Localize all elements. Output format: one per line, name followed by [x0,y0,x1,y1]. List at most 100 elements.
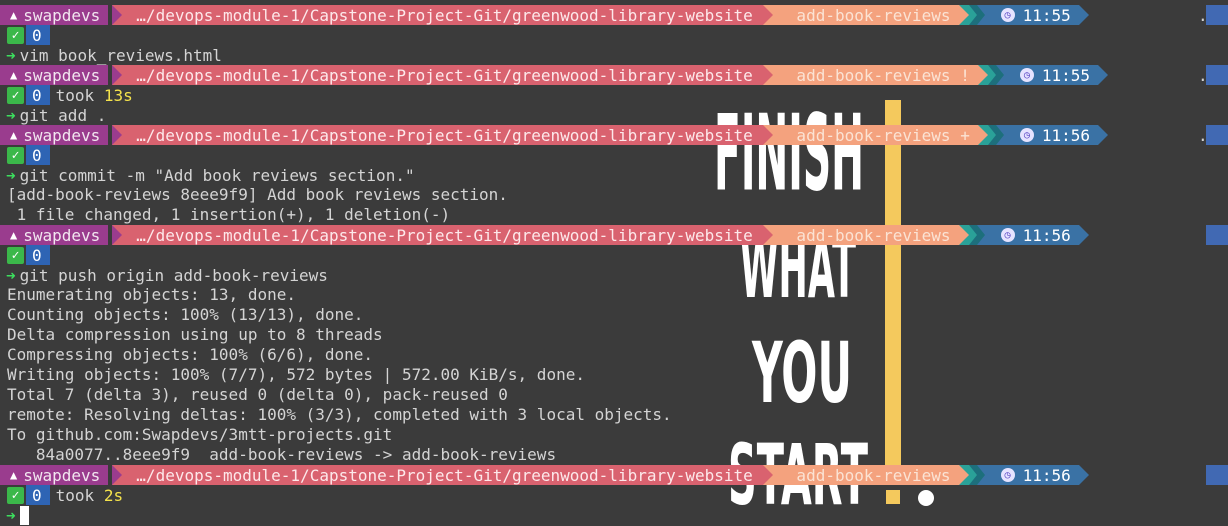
segment-separator-icon [112,5,123,25]
path-segment: …/devops-module-1/Capstone-Project-Git/g… [122,225,763,245]
status-line: ✓ 0 [0,25,1228,45]
user-segment: ▲ swapdevs [0,225,109,245]
clock-icon: ◷ [1019,68,1034,82]
git-branch-segment: add-book-reviews [772,225,959,245]
status-line: ✓ 0 [0,145,1228,165]
terminal-output: ▲ swapdevs …/devops-module-1/Capstone-Pro… [0,5,1228,525]
segment-separator-icon [958,5,969,25]
status-line: ✓ 0 [0,245,1228,265]
git-branch-segment: add-book-reviews [772,465,959,485]
git-branch-segment: add-book-reviews + [772,125,978,145]
prompt-bar: ▲ swapdevs …/devops-module-1/Capstone-Pro… [0,65,1228,85]
time-segment: ◷ 11:55 [1003,65,1098,85]
clock-icon: ◷ [1000,228,1015,242]
user-segment: ▲ swapdevs [0,5,109,25]
clock-icon: ◷ [1019,128,1034,142]
segment-separator-icon [976,465,985,485]
check-icon: ✓ [7,86,24,104]
duration-label: took [55,85,104,105]
duration-label: took [55,485,104,505]
segment-separator-icon [968,5,977,25]
status-line: ✓ 0 took 13s [0,85,1228,105]
prompt-bar: ▲ swapdevs …/devops-module-1/Capstone-Pro… [0,225,1228,245]
arrow-icon: ➜ [6,45,16,65]
check-icon: ✓ [7,486,24,504]
prompt-end-block [1206,65,1228,85]
clock-icon: ◷ [1000,468,1015,482]
segment-separator-icon [968,225,977,245]
check-icon: ✓ [7,146,24,164]
segment-separator-icon [968,465,977,485]
exit-code: 0 [26,25,50,45]
time-segment: ◷ 11:56 [1003,125,1098,145]
segment-separator-icon [977,125,988,145]
segment-separator-icon [987,65,996,85]
git-branch-segment: add-book-reviews ! [772,65,978,85]
prompt-bar: ▲ swapdevs …/devops-module-1/Capstone-Pro… [0,125,1228,145]
segment-separator-icon [995,65,1004,85]
git-branch-segment: add-book-reviews [772,5,959,25]
linux-icon: ▲ [10,8,18,22]
prompt-end-block [1206,465,1228,485]
segment-separator-icon [976,225,985,245]
exit-code: 0 [26,245,50,265]
user-name: swapdevs [23,65,101,85]
prompt-bar: ▲ swapdevs …/devops-module-1/Capstone-Pro… [0,465,1228,485]
output-line: 84a0077..8eee9f9 add-book-reviews -> add… [7,445,557,464]
linux-icon: ▲ [10,468,18,482]
user-name: swapdevs [23,225,101,245]
output-line: 1 file changed, 1 insertion(+), 1 deleti… [7,205,451,224]
command-text: vim book_reviews.html [19,45,222,65]
segment-separator-icon [1078,465,1089,485]
status-line: ✓ 0 took 2s [0,485,1228,505]
time-segment: ◷ 11:55 [984,5,1079,25]
exit-code: 0 [26,145,50,165]
linux-icon: ▲ [10,128,18,142]
output-line: remote: Resolving deltas: 100% (3/3), co… [7,405,672,424]
arrow-icon: ➜ [6,505,16,525]
path-segment: …/devops-module-1/Capstone-Project-Git/g… [122,65,763,85]
segment-separator-icon [112,225,123,245]
segment-separator-icon [762,65,773,85]
output-line: Total 7 (delta 3), reused 0 (delta 0), p… [7,385,508,404]
output-line: Writing objects: 100% (7/7), 572 bytes |… [7,365,585,384]
command-line: ➜ git add . [0,105,1228,125]
user-segment: ▲ swapdevs [0,65,109,85]
user-name: swapdevs [23,465,101,485]
user-name: swapdevs [23,5,101,25]
arrow-icon: ➜ [6,165,16,185]
prompt-end-dot: . [1198,66,1208,85]
prompt-end-block [1206,225,1228,245]
prompt-end-block [1206,5,1228,25]
path-segment: …/devops-module-1/Capstone-Project-Git/g… [122,125,763,145]
check-icon: ✓ [7,26,24,44]
segment-separator-icon [976,5,985,25]
duration-value: 13s [103,85,133,105]
output-line: To github.com:Swapdevs/3mtt-projects.git [7,425,393,444]
segment-separator-icon [112,125,123,145]
time-segment: ◷ 11:56 [984,465,1079,485]
time-text: 11:56 [1022,465,1071,485]
linux-icon: ▲ [10,228,18,242]
segment-separator-icon [995,125,1004,145]
segment-separator-icon [1098,65,1108,85]
exit-code: 0 [26,485,50,505]
user-name: swapdevs [23,125,101,145]
text-cursor[interactable] [19,505,29,525]
prompt-end-dot: . [1198,6,1208,25]
command-text: git push origin add-book-reviews [19,265,328,285]
arrow-icon: ➜ [6,265,16,285]
output-line: Delta compression using up to 8 threads [7,325,383,344]
time-text: 11:56 [1041,125,1090,145]
segment-separator-icon [958,465,969,485]
segment-separator-icon [112,465,123,485]
output-line: Compressing objects: 100% (6/6), done. [7,345,374,364]
command-line[interactable]: ➜ [0,505,1228,525]
user-segment: ▲ swapdevs [0,125,109,145]
check-icon: ✓ [7,246,24,264]
command-text: git add . [19,105,107,125]
segment-separator-icon [112,65,123,85]
user-segment: ▲ swapdevs [0,465,109,485]
command-line: ➜ git commit -m "Add book reviews section… [0,165,1228,185]
command-line: ➜ vim book_reviews.html [0,45,1228,65]
